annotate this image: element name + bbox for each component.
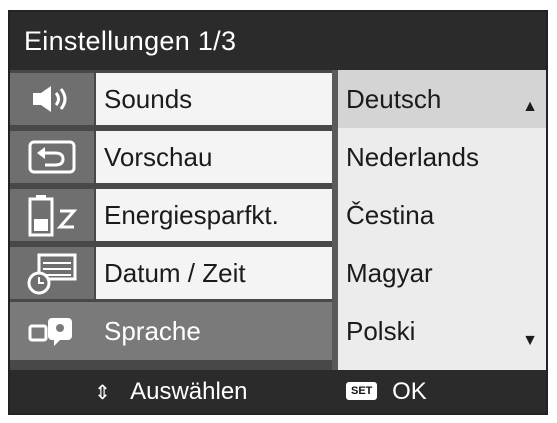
menu-item-label: Vorschau [96,131,332,183]
confirm-hint: SET OK [346,370,427,413]
return-arrow-icon [10,131,94,183]
language-icon [10,305,94,357]
camera-settings-screen: Einstellungen 1/3 Sounds Vorschau Energi… [8,10,548,415]
menu-item-energiesparfkt[interactable]: Energiesparfkt. [10,186,332,244]
menu-item-label: Sprache [104,316,201,346]
language-option-deutsch[interactable]: Deutsch [338,70,546,128]
menu-item-datum-zeit[interactable]: Datum / Zeit [10,244,332,302]
menu-item-sounds[interactable]: Sounds [10,70,332,128]
scroll-down-arrow-icon[interactable]: ▼ [522,332,538,350]
menu-item-vorschau[interactable]: Vorschau [10,128,332,186]
settings-menu: Sounds Vorschau Energiesparfkt. Datum / … [10,70,332,370]
speaker-icon [10,73,94,125]
screen-title: Einstellungen 1/3 [10,12,546,70]
menu-item-label: Energiesparfkt. [96,189,332,241]
footer-hints: ⇕ Auswählen SET OK [10,370,546,413]
menu-item-sprache[interactable]: Sprache [10,302,332,360]
battery-sleep-icon [10,189,94,241]
set-button-icon: SET [346,381,378,400]
menu-item-label: Datum / Zeit [96,247,332,299]
menu-item-label: Sounds [96,73,332,125]
language-option-nederlands[interactable]: Nederlands [338,128,546,186]
confirm-hint-label: OK [392,378,427,405]
up-down-arrows-icon: ⇕ [94,382,111,404]
scroll-up-arrow-icon[interactable]: ▲ [522,98,538,116]
calendar-clock-icon [10,247,94,299]
language-option-cestina[interactable]: Čestina [338,186,546,244]
language-option-polski[interactable]: Polski [338,302,546,360]
language-option-magyar[interactable]: Magyar [338,244,546,302]
language-list[interactable]: Deutsch Nederlands Čestina Magyar Polski [338,70,546,370]
navigation-hint: ⇕ Auswählen [94,370,248,413]
navigation-hint-label: Auswählen [130,378,248,405]
